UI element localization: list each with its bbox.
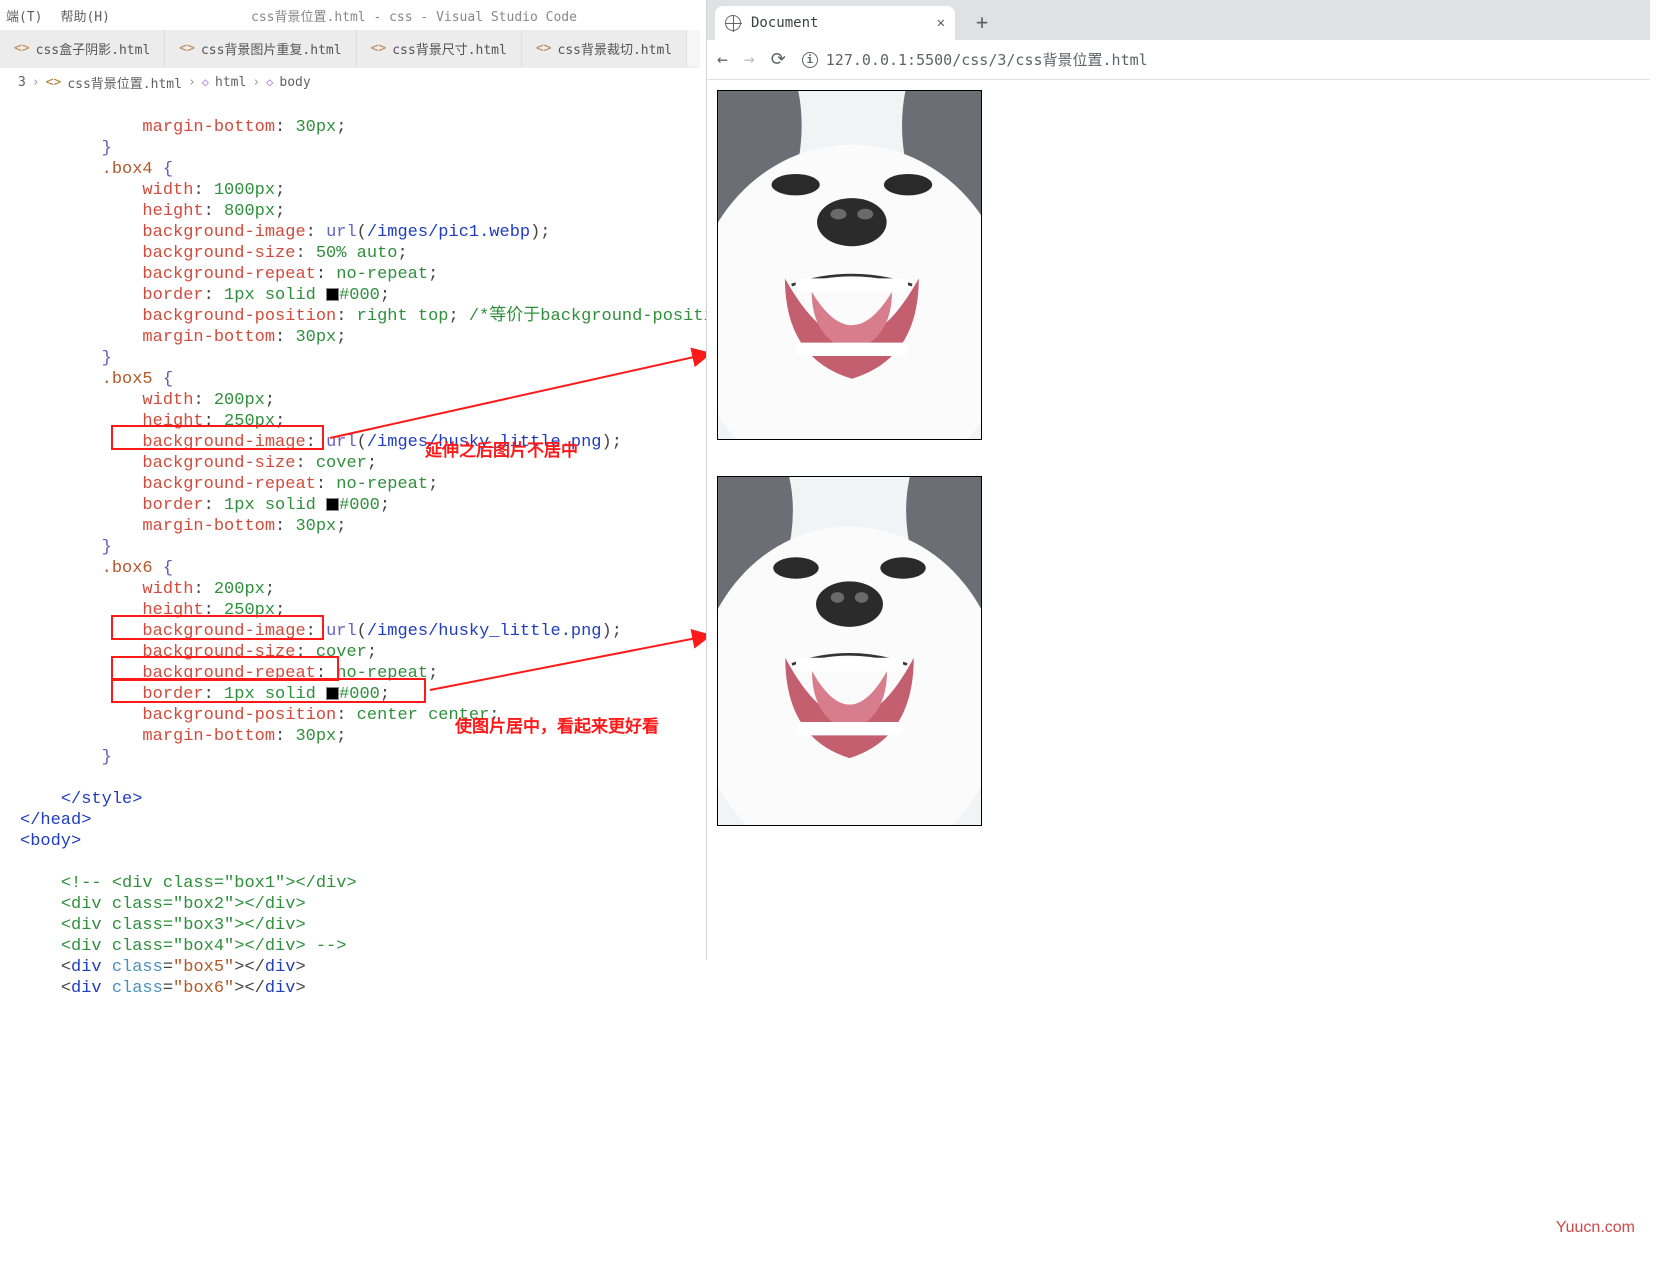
husky-image <box>718 91 981 439</box>
watermark: Yuucn.com <box>1556 1219 1635 1237</box>
annotation-2: 使图片居中，看起来更好看 <box>455 712 659 737</box>
breadcrumb-html: html <box>215 75 246 90</box>
browser-tab[interactable]: Document ✕ <box>715 6 955 40</box>
symbol-icon: ◇ <box>202 75 209 89</box>
url-text: 127.0.0.1:5500/css/3/css背景位置.html <box>826 49 1148 70</box>
browser-window: Document ✕ + ← → ⟳ i 127.0.0.1:5500/css/… <box>706 0 1650 960</box>
code-editor[interactable]: margin-bottom: 30px; } .box4 { width: 10… <box>0 96 700 999</box>
husky-image-centered <box>718 477 981 825</box>
browser-tab-strip: Document ✕ + <box>707 0 1650 40</box>
tab-3[interactable]: <>css背景尺寸.html <box>357 30 522 67</box>
breadcrumb-body: body <box>279 75 310 90</box>
menu-terminal[interactable]: 端(T) <box>6 6 42 25</box>
html-icon: <> <box>536 41 552 56</box>
symbol-icon: ◇ <box>266 75 273 89</box>
box5-preview <box>717 90 982 440</box>
globe-icon <box>725 15 741 31</box>
editor-tabs: <>css盒子阴影.html <>css背景图片重复.html <>css背景尺… <box>0 30 700 68</box>
breadcrumb-folder: 3 <box>18 75 26 90</box>
tab-1[interactable]: <>css盒子阴影.html <box>0 30 165 67</box>
chevron-icon: › <box>32 75 40 90</box>
vscode-window: 端(T) 帮助(H) css背景位置.html - css - Visual S… <box>0 0 700 960</box>
html-icon: <> <box>46 75 62 90</box>
reload-button[interactable]: ⟳ <box>771 49 786 70</box>
address-bar[interactable]: i 127.0.0.1:5500/css/3/css背景位置.html <box>802 49 1148 70</box>
chevron-icon: › <box>252 75 260 90</box>
menu-help[interactable]: 帮助(H) <box>60 6 109 25</box>
annotation-1: 延伸之后图片不居中 <box>425 436 578 461</box>
breadcrumb-file: css背景位置.html <box>67 73 182 92</box>
back-button[interactable]: ← <box>717 49 728 70</box>
chevron-icon: › <box>188 75 196 90</box>
box6-preview <box>717 476 982 826</box>
browser-viewport <box>707 80 1650 872</box>
window-title: css背景位置.html - css - Visual Studio Code <box>128 6 700 25</box>
close-tab-icon[interactable]: ✕ <box>937 15 945 31</box>
forward-button[interactable]: → <box>744 49 755 70</box>
browser-toolbar: ← → ⟳ i 127.0.0.1:5500/css/3/css背景位置.htm… <box>707 40 1650 80</box>
new-tab-button[interactable]: + <box>967 10 997 40</box>
vscode-title-bar: 端(T) 帮助(H) css背景位置.html - css - Visual S… <box>0 0 700 30</box>
site-info-icon[interactable]: i <box>802 52 818 68</box>
html-icon: <> <box>371 41 387 56</box>
breadcrumb[interactable]: 3 › <> css背景位置.html › ◇ html › ◇ body <box>0 68 700 96</box>
tab-4[interactable]: <>css背景裁切.html <box>522 30 687 67</box>
html-icon: <> <box>179 41 195 56</box>
tab-2[interactable]: <>css背景图片重复.html <box>165 30 356 67</box>
browser-tab-title: Document <box>751 15 818 31</box>
html-icon: <> <box>14 41 30 56</box>
